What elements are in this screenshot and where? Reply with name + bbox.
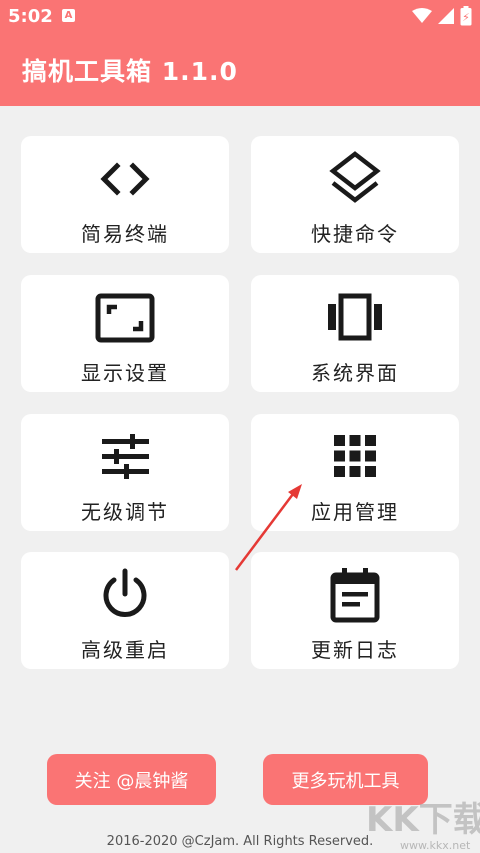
app-title: 搞机工具箱 1.1.0 [22, 57, 238, 86]
battery-icon: ⚡ [460, 6, 472, 26]
app-bar: 5:02 A ⚡ 搞机工具箱 1.1.0 [0, 0, 480, 106]
menu-card-label: 更新日志 [311, 638, 399, 662]
aspect-ratio-icon [95, 293, 155, 343]
menu-card-label: 简易终端 [81, 222, 169, 246]
watermark-url: www.kkx.net [400, 839, 471, 852]
menu-card-label: 显示设置 [81, 361, 169, 385]
menu-card-tune[interactable]: 无级调节 [21, 414, 229, 531]
apps-grid-icon [334, 435, 376, 477]
annotation-arrow-icon [235, 484, 302, 571]
menu-card-label: 快捷命令 [311, 222, 399, 246]
tune-icon [102, 434, 149, 479]
menu-card-display[interactable]: 显示设置 [21, 275, 229, 392]
menu-card-label: 无级调节 [81, 500, 169, 524]
power-icon [103, 568, 147, 617]
menu-card-shortcut[interactable]: 快捷命令 [251, 136, 459, 253]
menu-card-label: 高级重启 [81, 638, 169, 662]
event-note-icon [330, 568, 380, 623]
status-time: 5:02 [8, 6, 53, 27]
watermark-brand: KK下载 [366, 800, 480, 840]
watermark-logo: KK下载 www.kkx.net [366, 800, 480, 852]
layers-icon [329, 151, 381, 203]
status-icons: ⚡ [412, 6, 472, 26]
battery-charging-glyph: ⚡ [462, 11, 470, 24]
wifi-icon [412, 8, 432, 23]
menu-card-terminal[interactable]: 简易终端 [21, 136, 229, 253]
code-icon [100, 162, 150, 196]
menu-card-reboot[interactable]: 高级重启 [21, 552, 229, 669]
menu-card-label: 系统界面 [311, 361, 399, 385]
a-icon: A [62, 9, 75, 22]
view-carousel-icon [328, 293, 382, 341]
menu-card-system-ui[interactable]: 系统界面 [251, 275, 459, 392]
signal-icon [438, 8, 454, 24]
follow-button[interactable]: 关注 @晨钟酱 [47, 754, 216, 805]
